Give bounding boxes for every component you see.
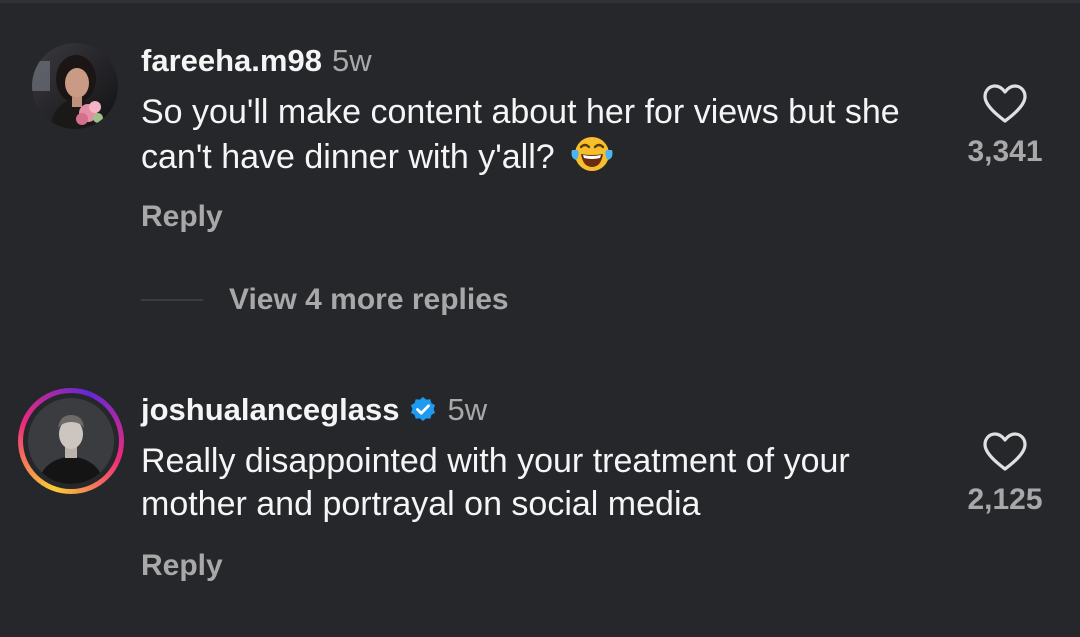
comment-header: joshualanceglass 5w: [141, 392, 487, 428]
comment-text: Really disappointed with your treatment …: [141, 442, 850, 523]
like-control: 3,341: [960, 83, 1050, 169]
username[interactable]: joshualanceglass: [141, 392, 399, 428]
avatar[interactable]: [32, 43, 118, 129]
avatar-story-ring[interactable]: [18, 388, 124, 494]
like-count: 3,341: [967, 135, 1043, 168]
timestamp: 5w: [447, 392, 488, 427]
heart-icon[interactable]: [982, 83, 1028, 125]
reply-button[interactable]: Reply: [141, 549, 223, 583]
view-more-replies-button[interactable]: View 4 more replies: [141, 283, 509, 317]
heart-icon[interactable]: [982, 431, 1028, 473]
top-edge: [0, 0, 1080, 3]
comment-text-container: So you'll make content about her for vie…: [141, 91, 921, 179]
divider-line: [141, 299, 203, 301]
comment-text: So you'll make content about her for vie…: [141, 93, 900, 176]
timestamp: 5w: [331, 43, 372, 78]
face-with-tears-of-joy-icon: [571, 137, 613, 171]
avatar-photo: [32, 43, 118, 129]
like-count: 2,125: [967, 483, 1043, 516]
username[interactable]: fareeha.m98: [141, 43, 322, 79]
reply-button[interactable]: Reply: [141, 200, 223, 234]
comment-header: fareeha.m98 5w: [141, 43, 372, 79]
verified-badge-icon: [411, 397, 436, 421]
avatar-photo: [28, 398, 114, 484]
view-more-replies-label: View 4 more replies: [229, 283, 509, 316]
like-control: 2,125: [960, 431, 1050, 517]
